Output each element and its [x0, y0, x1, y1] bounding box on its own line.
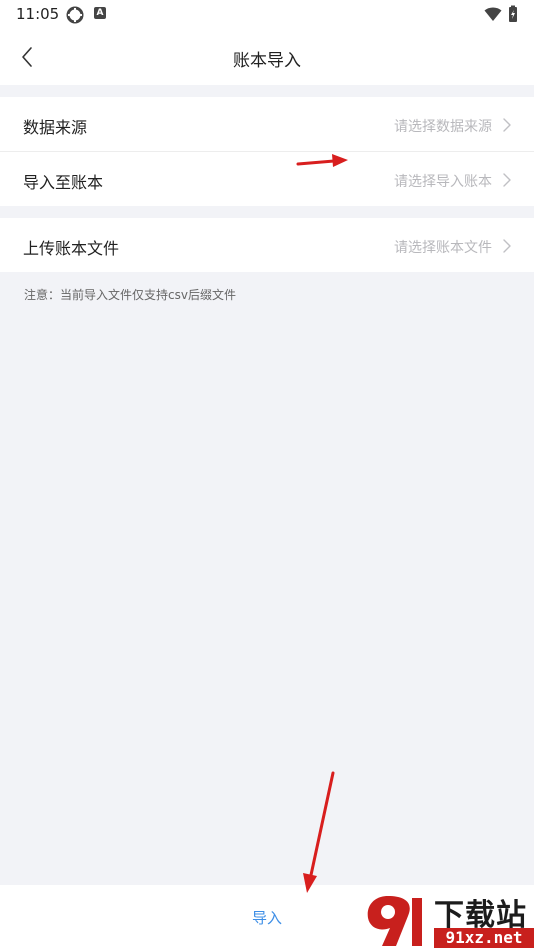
row-placeholder: 请选择数据来源 — [394, 119, 492, 135]
row-placeholder: 请选择导入账本 — [394, 174, 492, 190]
status-time: 11:05 — [16, 5, 60, 23]
arrow-down-icon — [303, 771, 335, 893]
row-label: 数据来源 — [23, 118, 88, 137]
row-upload-file[interactable]: 上传账本文件 请选择账本文件 — [0, 218, 534, 272]
keyboard-a-icon: A — [94, 7, 106, 19]
chevron-right-icon — [502, 117, 512, 132]
watermark-url: 91xz.net — [434, 928, 534, 948]
row-placeholder: 请选择账本文件 — [394, 240, 492, 256]
chevron-right-icon — [502, 172, 512, 187]
status-bar: 11:05 A — [0, 0, 534, 30]
notification-dot-icon — [66, 6, 84, 28]
battery-icon — [508, 5, 518, 27]
format-note: 注意：当前导入文件仅支持csv后缀文件 — [24, 288, 236, 302]
import-button[interactable]: 导入 — [217, 907, 317, 928]
chevron-right-icon — [502, 238, 512, 253]
upload-file-group: 上传账本文件 请选择账本文件 — [0, 218, 534, 272]
import-source-group: 数据来源 请选择数据来源 导入至账本 请选择导入账本 — [0, 97, 534, 206]
row-target-ledger[interactable]: 导入至账本 请选择导入账本 — [0, 151, 534, 206]
row-label: 上传账本文件 — [23, 239, 120, 258]
row-data-source[interactable]: 数据来源 请选择数据来源 — [0, 97, 534, 151]
row-label: 导入至账本 — [23, 173, 104, 192]
wifi-icon — [484, 6, 502, 26]
page-title: 账本导入 — [233, 51, 301, 71]
title-bar: 账本导入 — [0, 30, 534, 85]
